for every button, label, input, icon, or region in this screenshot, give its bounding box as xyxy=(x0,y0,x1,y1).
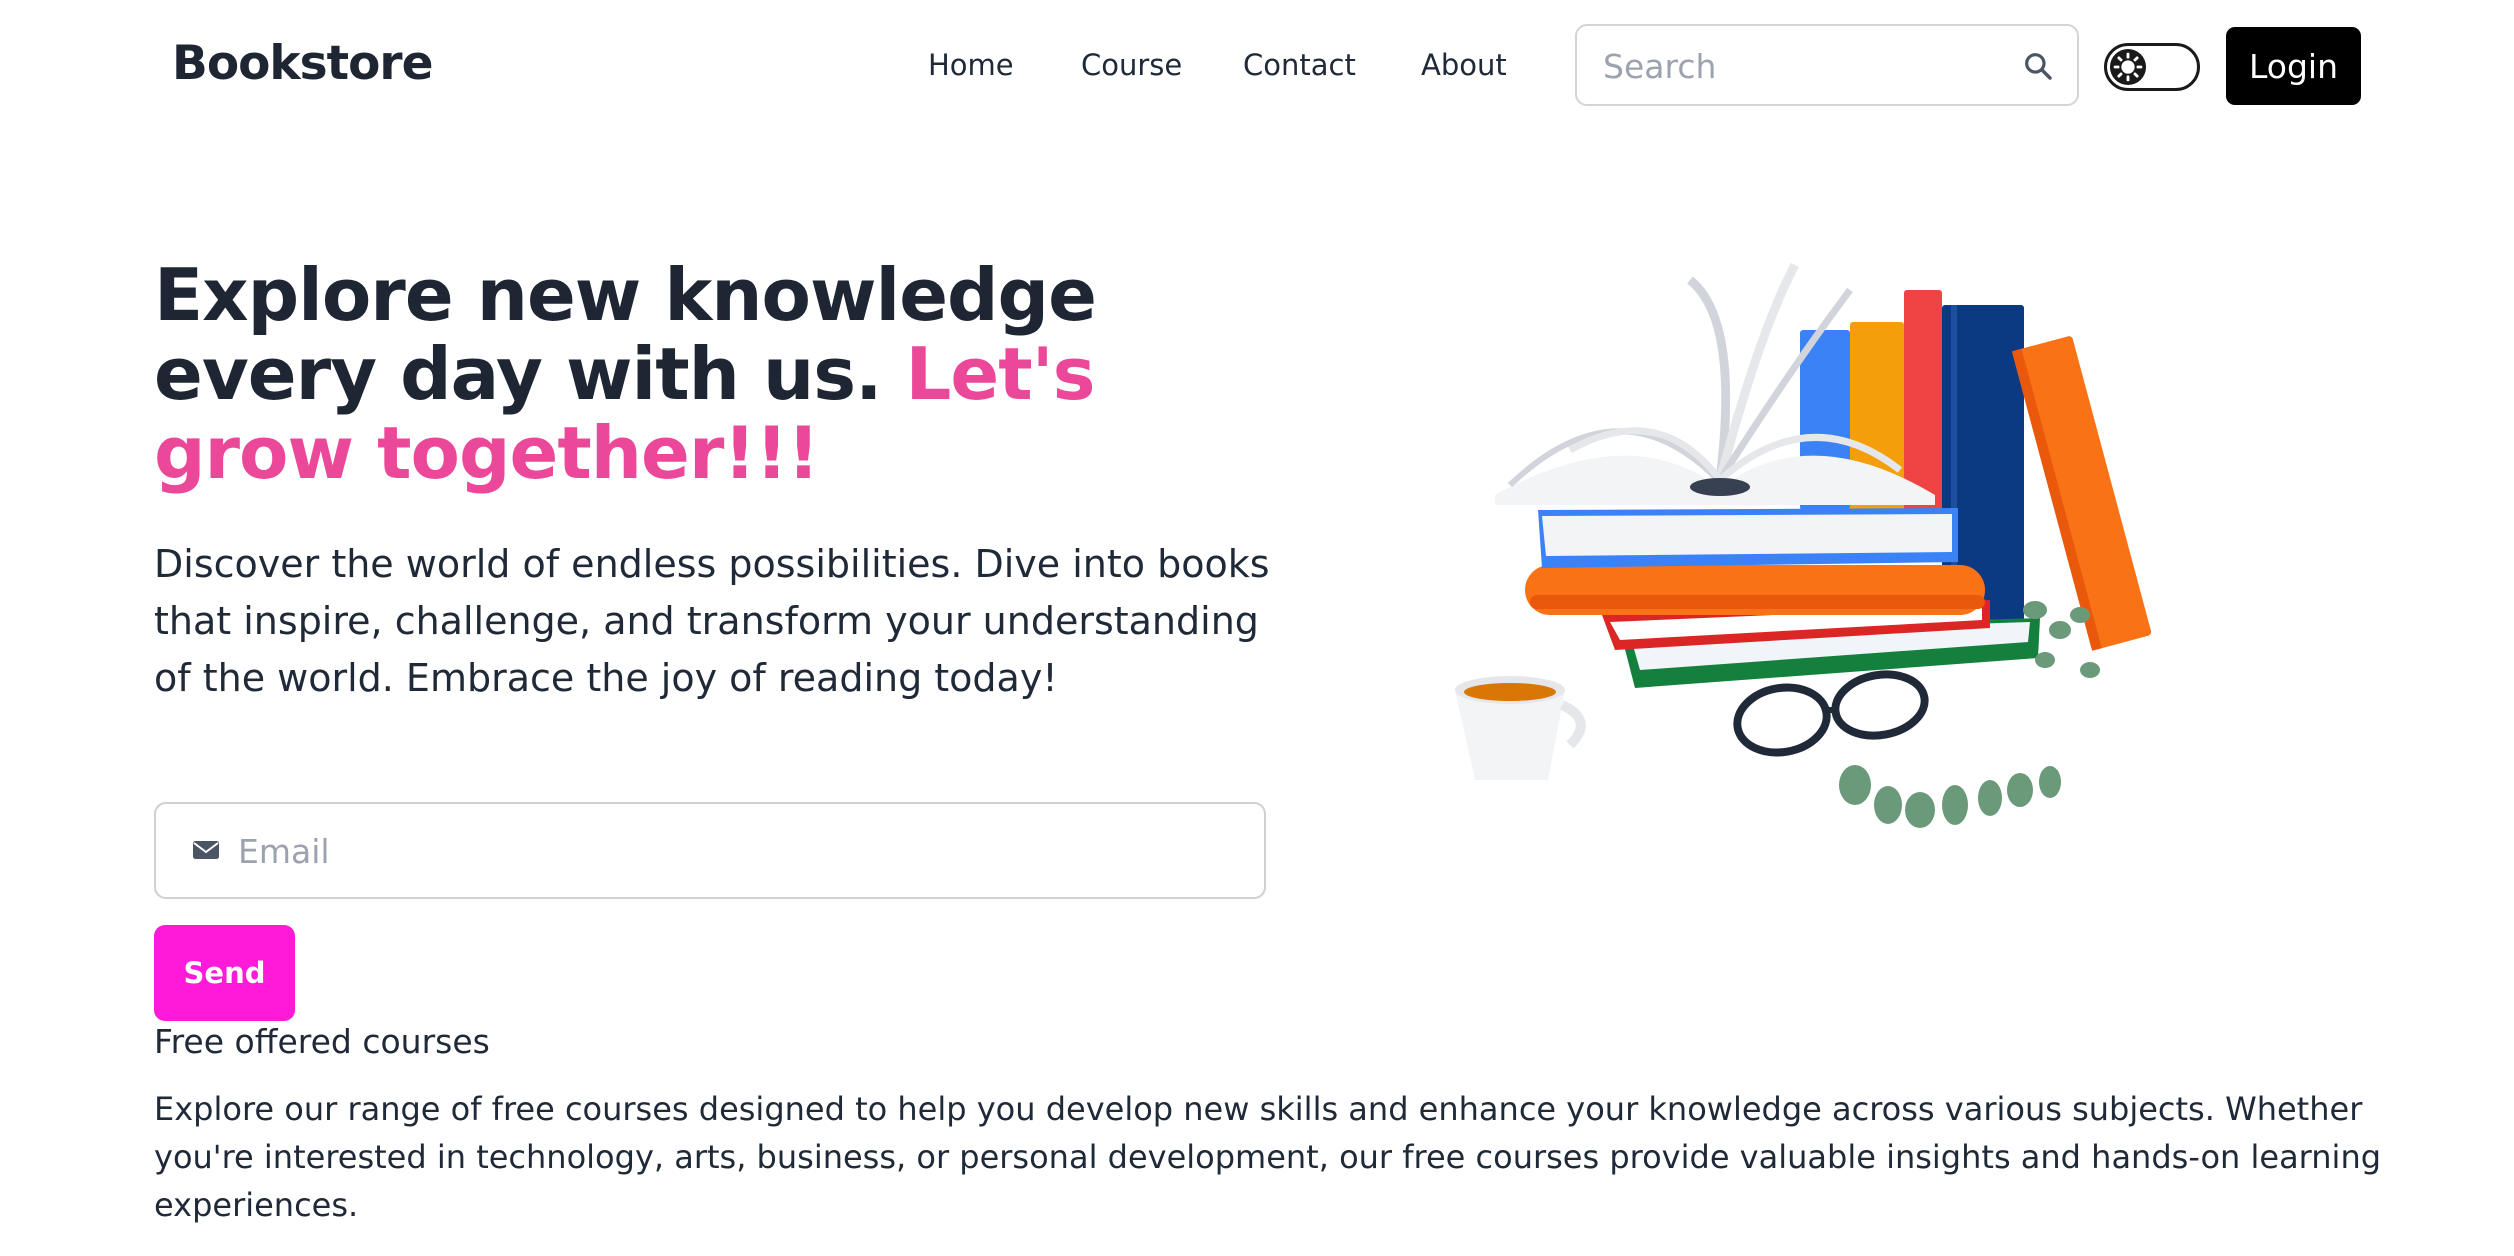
search-box xyxy=(1575,24,2079,106)
books-illustration xyxy=(1455,262,2152,828)
theme-toggle[interactable] xyxy=(2104,43,2200,91)
search-icon[interactable] xyxy=(2022,50,2054,82)
nav-link-home[interactable]: Home xyxy=(928,48,1014,82)
courses-description: Explore our range of free courses design… xyxy=(154,1090,2382,1224)
email-field xyxy=(154,802,1266,899)
hero-title: Explore new knowledge every day with us.… xyxy=(154,256,1304,493)
sun-icon xyxy=(2109,48,2147,86)
send-button[interactable]: Send xyxy=(154,925,295,1021)
search-input[interactable] xyxy=(1601,26,2005,106)
email-input[interactable] xyxy=(236,804,1240,899)
hero-description: Discover the world of endless possibilit… xyxy=(154,542,1270,700)
login-button[interactable]: Login xyxy=(2226,27,2361,105)
envelope-icon xyxy=(193,841,219,859)
nav-link-course[interactable]: Course xyxy=(1081,48,1182,82)
brand-logo[interactable]: Bookstore xyxy=(172,36,433,91)
nav-link-contact[interactable]: Contact xyxy=(1243,48,1356,82)
navbar: Bookstore Home Course Contact About Sear… xyxy=(0,0,2514,132)
courses-heading: Free offered courses xyxy=(154,1022,490,1061)
nav-link-about[interactable]: About xyxy=(1421,48,1507,82)
